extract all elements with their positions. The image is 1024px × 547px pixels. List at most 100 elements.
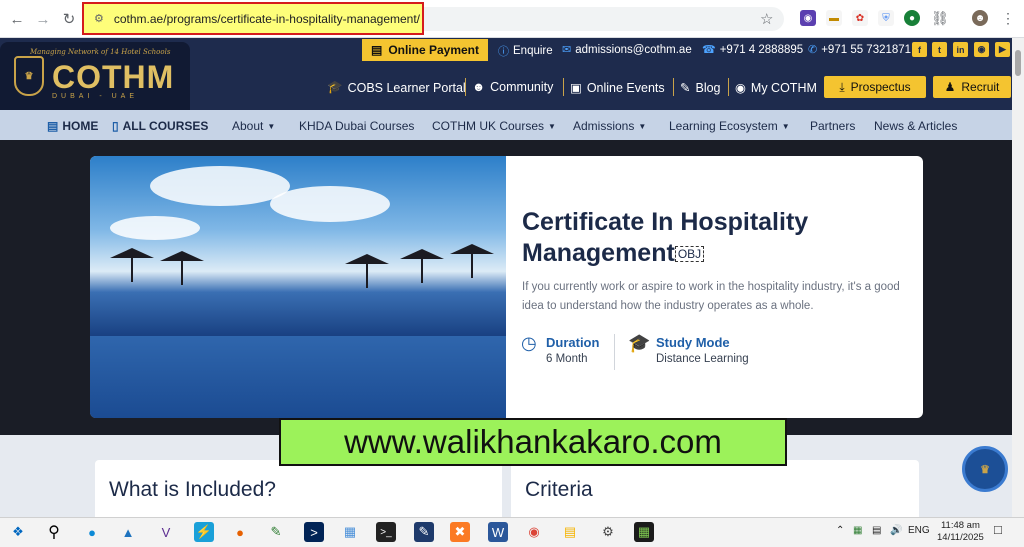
extensions-icon[interactable]: ⛓	[931, 10, 949, 26]
recruit-button[interactable]: ♟ Recruit	[933, 76, 1011, 98]
extension-icon-3[interactable]: ✿	[852, 10, 868, 26]
nav-khda[interactable]: KHDA Dubai Courses	[299, 119, 414, 133]
bookmark-star-icon[interactable]: ☆	[760, 10, 773, 28]
cothm-logo[interactable]: ♛ Managing Network of 14 Hotel Schools C…	[0, 42, 190, 110]
tray-app-icon[interactable]: ▦	[853, 525, 862, 536]
xampp-icon[interactable]: ✖	[450, 522, 470, 542]
blog-link[interactable]: ✎ Blog	[680, 80, 721, 96]
logo-tagline: Managing Network of 14 Hotel Schools	[30, 48, 171, 56]
blog-icon: ✎	[680, 81, 691, 95]
nav-divider	[673, 78, 674, 96]
user-circle-icon: ◉	[735, 81, 746, 95]
email-icon: ✉	[562, 44, 572, 56]
logo-shield-icon: ♛	[14, 56, 44, 96]
linkedin-icon[interactable]: in	[953, 42, 968, 57]
chrome-icon[interactable]: ◉	[524, 522, 544, 542]
extension-icon-5[interactable]: ●	[904, 10, 920, 26]
phone-link[interactable]: ☎ +971 4 2888895	[702, 43, 803, 57]
nav-divider	[465, 78, 466, 96]
address-bar-background[interactable]	[424, 7, 784, 31]
extension-icon-2[interactable]: ▬	[826, 10, 842, 26]
resort-pool-photo	[90, 156, 506, 418]
app-icon-3[interactable]: V	[156, 522, 176, 542]
instagram-icon[interactable]: ◉	[974, 42, 989, 57]
speaker-icon[interactable]: 🔊	[890, 525, 902, 536]
home-icon: ▤	[47, 119, 59, 133]
download-icon: ⤓	[839, 79, 845, 94]
whatsapp-link[interactable]: ✆ +971 55 7321871	[808, 43, 911, 57]
nav-partners[interactable]: Partners	[810, 119, 855, 133]
graduation-cap-icon: 🎓	[628, 333, 651, 353]
scrollbar-thumb[interactable]	[1015, 50, 1021, 76]
nav-news[interactable]: News & Articles	[874, 119, 957, 133]
nav-admissions[interactable]: Admissions ▼	[573, 119, 646, 133]
edge-icon[interactable]: ●	[82, 522, 102, 542]
prospectus-button[interactable]: ⤓ Prospectus	[824, 76, 926, 98]
powershell-icon[interactable]: >	[304, 522, 324, 542]
browser-menu-icon[interactable]: ⋮	[1000, 10, 1016, 26]
extension-icon-1[interactable]: ◉	[800, 10, 816, 26]
chat-widget-button[interactable]: ♛	[962, 446, 1008, 492]
profile-avatar[interactable]: ☻	[972, 10, 988, 26]
learner-portal-link[interactable]: 🎓 COBS Learner Portal	[327, 80, 466, 95]
word-icon[interactable]: W	[488, 522, 508, 542]
logo-text: Managing Network of 14 Hotel Schools COT…	[30, 48, 174, 100]
notification-icon[interactable]: □	[994, 522, 1002, 537]
books-icon: ▯	[112, 119, 119, 133]
nav-home[interactable]: ▤ HOME	[47, 119, 98, 133]
obj-tag: OBJ	[674, 246, 705, 263]
info-icon: ⓘ	[498, 46, 509, 58]
notepad-icon[interactable]: ✎	[266, 522, 286, 542]
included-heading: What is Included?	[109, 478, 276, 501]
system-clock[interactable]: 11:48 am 14/11/2025	[937, 520, 984, 544]
user-tie-icon: ♟	[944, 80, 956, 94]
watermark-banner: www.walikhankakaro.com	[279, 418, 787, 466]
youtube-icon[interactable]: ▶	[995, 42, 1010, 57]
community-link[interactable]: ☻ Community	[472, 80, 553, 94]
enquire-link[interactable]: ⓘ Enquire	[498, 43, 553, 59]
nav-learning-ecosystem[interactable]: Learning Ecosystem ▼	[669, 119, 790, 133]
language-indicator[interactable]: ENG	[908, 525, 930, 536]
file-explorer-icon[interactable]: ▤	[560, 522, 580, 542]
clock-icon: ◷	[521, 333, 537, 353]
back-arrow-icon[interactable]: ←	[4, 6, 30, 32]
duration-value: 6 Month	[546, 353, 588, 365]
app-icon-10[interactable]: ✎	[414, 522, 434, 542]
chevron-up-icon[interactable]: ⌃	[836, 525, 844, 536]
nav-all-courses[interactable]: ▯ ALL COURSES	[112, 119, 208, 133]
terminal-icon[interactable]: >_	[376, 522, 396, 542]
settings-gear-icon[interactable]: ⚙	[598, 522, 618, 542]
study-mode-label: Study Mode	[656, 335, 730, 350]
url-text: cothm.ae/programs/certificate-in-hospita…	[113, 11, 421, 26]
chalkboard-icon: ▣	[570, 81, 582, 95]
chevron-down-icon: ▼	[781, 121, 790, 131]
nav-about[interactable]: About ▼	[232, 119, 275, 133]
reload-icon[interactable]: ↻	[56, 6, 82, 32]
extension-icon-4[interactable]: ⛨	[878, 10, 894, 26]
online-events-link[interactable]: ▣ Online Events	[570, 80, 665, 96]
search-icon[interactable]: ⚲	[44, 522, 64, 542]
twitter-icon[interactable]: t	[932, 42, 947, 57]
app-icon-4[interactable]: ⚡	[194, 522, 214, 542]
windows-start-icon[interactable]: ❖	[8, 522, 28, 542]
app-icon-2[interactable]: ▲	[118, 522, 138, 542]
app-icon-17[interactable]: ▦	[634, 522, 654, 542]
study-mode-value: Distance Learning	[656, 353, 749, 365]
app-icon-8[interactable]: ▦	[340, 522, 360, 542]
online-payment-button[interactable]: ▤ Online Payment	[362, 39, 488, 61]
forward-arrow-icon[interactable]: →	[30, 6, 56, 32]
graduation-cap-icon: 🎓	[327, 80, 343, 94]
my-cothm-link[interactable]: ◉ My COTHM	[735, 80, 817, 96]
site-settings-icon[interactable]: ⚙	[94, 12, 104, 25]
chevron-down-icon: ▼	[267, 121, 276, 131]
nav-uk-courses[interactable]: COTHM UK Courses ▼	[432, 119, 556, 133]
chevron-down-icon: ▼	[548, 121, 556, 131]
firefox-icon[interactable]: ●	[230, 522, 250, 542]
clock-date: 14/11/2025	[937, 532, 984, 543]
page-scrollbar[interactable]	[1012, 38, 1024, 517]
address-bar[interactable]: ⚙ cothm.ae/programs/certificate-in-hospi…	[82, 2, 424, 35]
facebook-icon[interactable]: f	[912, 42, 927, 57]
network-icon[interactable]: ▤	[872, 525, 881, 536]
course-title: Certificate In Hospitality Management OBJ	[522, 208, 809, 267]
email-link[interactable]: ✉ admissions@cothm.ae	[562, 43, 692, 57]
